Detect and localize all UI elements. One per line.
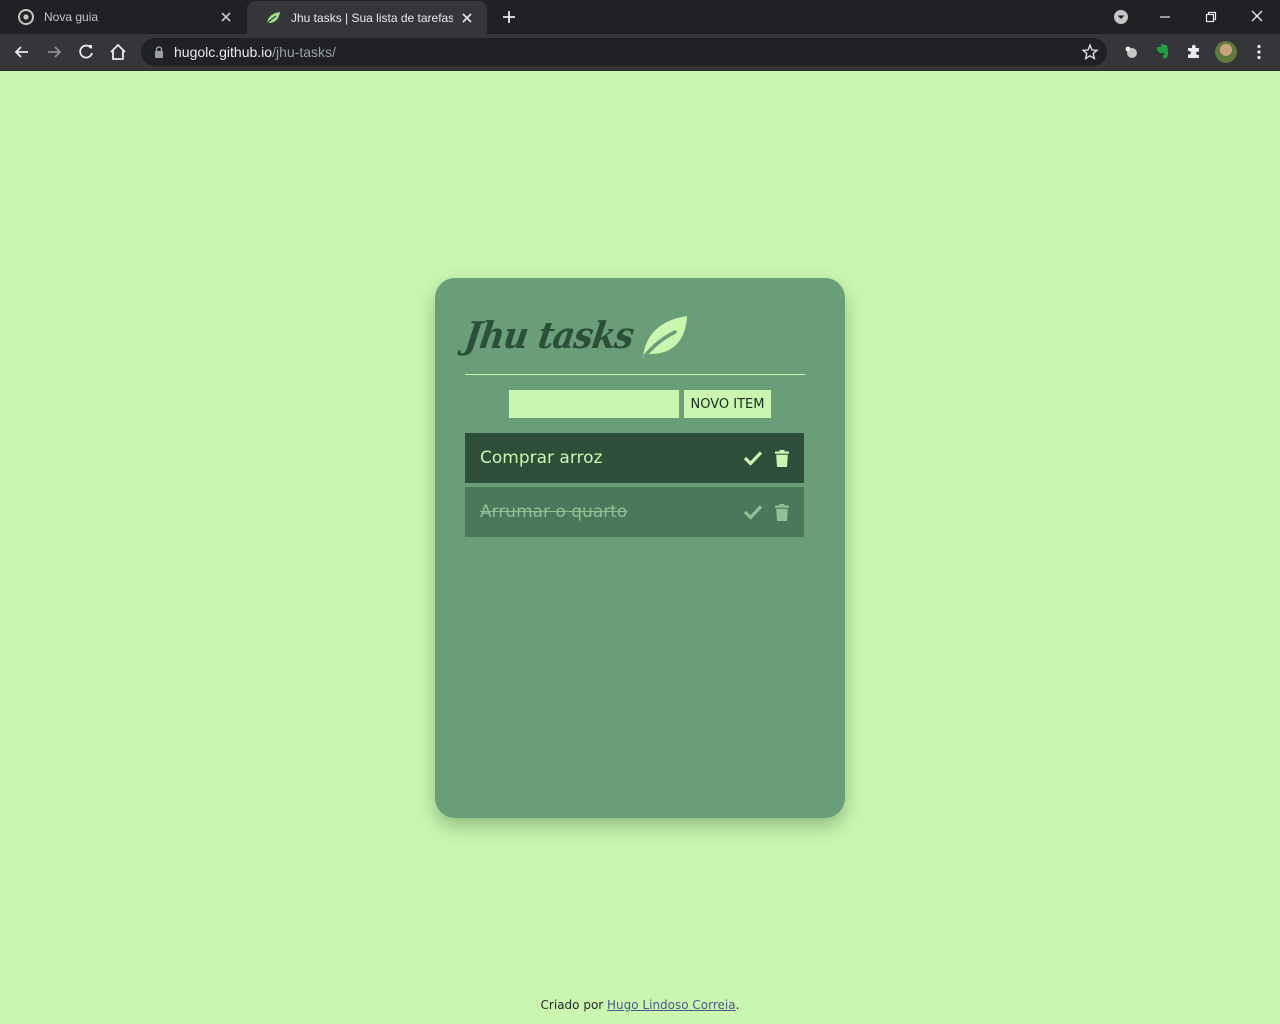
new-item-input[interactable] [509,390,679,418]
reload-icon[interactable] [76,42,96,62]
forward-icon[interactable] [44,42,64,62]
app-header: Jhu tasks [461,308,689,358]
close-tab-icon[interactable] [459,10,475,26]
tab-jhu-tasks[interactable]: Jhu tasks | Sua lista de tarefas mi [247,1,487,34]
leaf-icon [266,11,280,24]
trash-icon[interactable] [775,503,789,521]
check-icon[interactable] [743,503,763,521]
tab-search-icon[interactable] [1110,6,1132,28]
check-icon[interactable] [743,449,763,467]
leaf-icon [642,316,687,358]
url-path: /jhu-tasks/ [272,44,336,60]
task-item: Arrumar o quarto [465,487,804,537]
url-text: hugolc.github.io/jhu-tasks/ [174,44,336,60]
browser-toolbar: hugolc.github.io/jhu-tasks/ [0,34,1280,71]
tab-title: Nova guia [44,10,99,24]
header-divider [465,374,805,375]
trash-icon[interactable] [775,449,789,467]
footer-prefix: Criado por [540,998,608,1012]
lock-icon[interactable] [152,45,166,59]
url-host: hugolc.github.io [174,44,273,60]
task-text: Comprar arroz [480,448,603,468]
task-item: Comprar arroz [465,433,804,483]
task-text: Arrumar o quarto [480,502,628,522]
restore-icon[interactable] [1200,6,1222,28]
back-icon[interactable] [12,42,32,62]
evernote-icon[interactable] [1152,42,1172,62]
profile-avatar[interactable] [1215,41,1237,63]
extension-icon[interactable] [1120,42,1140,62]
page-footer: Criado por Hugo Lindoso Correia. [0,998,1280,1012]
bookmark-star-icon[interactable] [1081,43,1099,61]
new-item-button[interactable]: NOVO ITEM [684,390,771,418]
address-bar[interactable]: hugolc.github.io/jhu-tasks/ [141,38,1107,66]
tab-nova-guia[interactable]: Nova guia [0,0,246,34]
close-tab-icon[interactable] [218,9,234,25]
browser-tab-bar: Nova guia Jhu tasks | Sua lista de taref… [0,0,1280,34]
app-title: Jhu tasks [461,314,636,358]
home-icon[interactable] [108,42,128,62]
footer-suffix: . [735,998,740,1012]
minimize-icon[interactable] [1154,6,1176,28]
chrome-icon [18,9,34,25]
close-window-icon[interactable] [1246,6,1268,28]
author-link[interactable]: Hugo Lindoso Correia [607,998,736,1012]
extensions-puzzle-icon[interactable] [1184,42,1204,62]
tab-title: Jhu tasks | Sua lista de tarefas mi [291,10,453,25]
menu-kebab-icon[interactable] [1249,42,1269,62]
new-tab-icon[interactable] [500,8,518,26]
task-card: Jhu tasks NOVO ITEM Comprar arroz Arruma… [435,278,845,818]
